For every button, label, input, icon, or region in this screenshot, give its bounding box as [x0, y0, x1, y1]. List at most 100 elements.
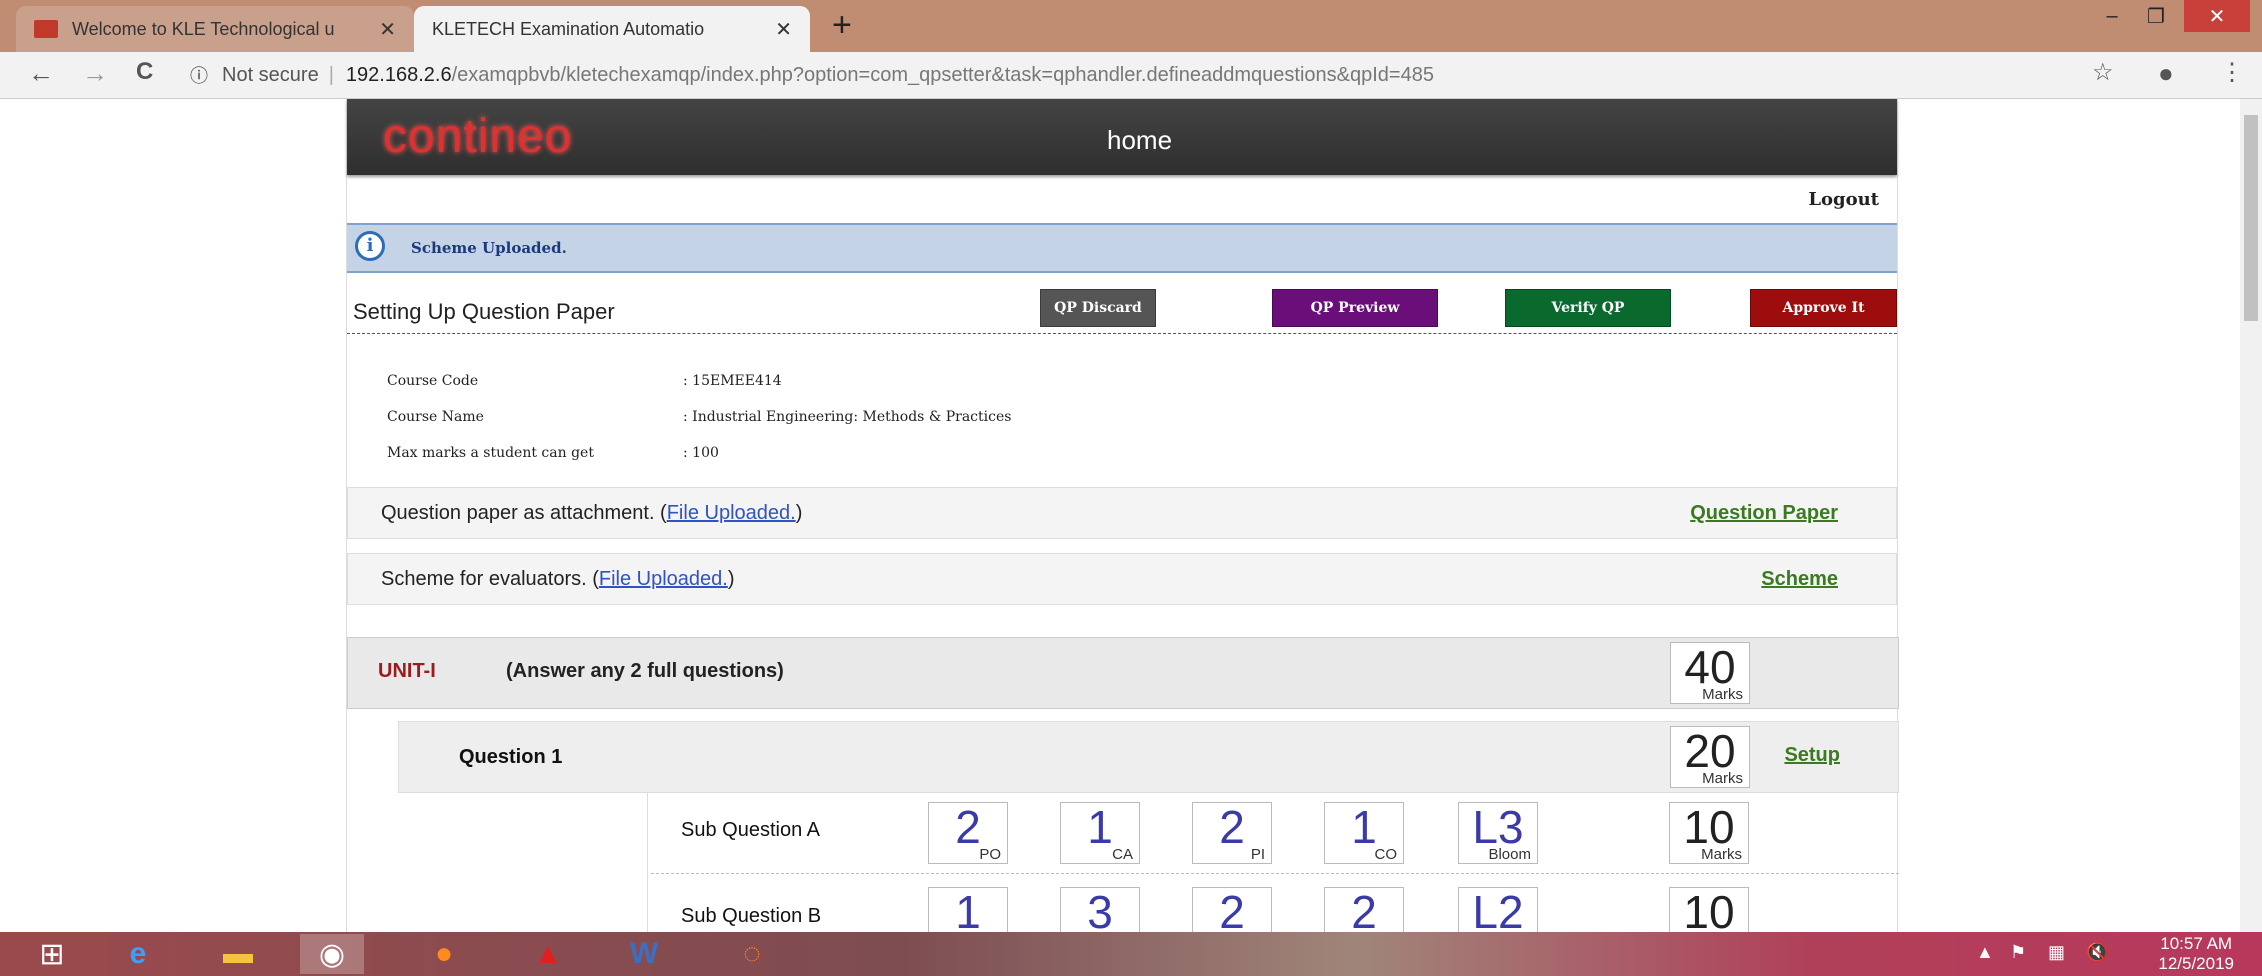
- qp-discard-button[interactable]: QP Discard: [1040, 289, 1156, 327]
- divider: |: [328, 63, 334, 86]
- subquestion-a-pi-box: 2 PI: [1192, 801, 1272, 864]
- question-marks-box: 20 Marks: [1670, 725, 1750, 788]
- qp-preview-button[interactable]: QP Preview: [1272, 289, 1438, 327]
- subquestion-a-co-box: 1 CO: [1324, 801, 1404, 864]
- subquestion-a-marks-box: 10 Marks: [1669, 801, 1749, 864]
- scheme-attachment-text: Scheme for evaluators. (File Uploaded.): [381, 568, 735, 590]
- flag-icon[interactable]: ⚑: [2010, 942, 2026, 963]
- po-value: 1: [955, 886, 981, 932]
- new-tab-button[interactable]: +: [832, 6, 852, 45]
- setup-link[interactable]: Setup: [1784, 744, 1840, 767]
- contineo-logo[interactable]: contineo: [383, 109, 572, 164]
- page-title: Setting Up Question Paper: [353, 299, 615, 324]
- system-clock[interactable]: 10:57 AM 12/5/2019: [2158, 934, 2234, 974]
- subquestion-b-bloom-box: L2Bloom: [1458, 886, 1538, 932]
- profile-icon[interactable]: ●: [2158, 58, 2174, 89]
- qp-attachment-row: Question paper as attachment. (File Uplo…: [347, 487, 1897, 539]
- course-name-label: Course Name: [387, 409, 484, 425]
- url-field[interactable]: ⓘ Not secure | 192.168.2.6/examqpbvb/kle…: [190, 57, 2080, 93]
- po-label: PO: [979, 846, 1001, 863]
- info-icon[interactable]: ⓘ: [190, 62, 208, 88]
- windows-start-icon[interactable]: ⊞: [20, 934, 84, 974]
- notice-banner: i Scheme Uploaded.: [347, 223, 1897, 273]
- close-tab-icon[interactable]: ✕: [775, 17, 792, 42]
- subquestion-a-ca-box: 1 CA: [1060, 801, 1140, 864]
- unit-header: UNIT-I (Answer any 2 full questions) 40 …: [347, 637, 1899, 709]
- marks-label: Marks: [1702, 770, 1743, 787]
- subquestion-b-pi-box: 2PI: [1192, 886, 1272, 932]
- home-link[interactable]: home: [1107, 125, 1172, 156]
- subquestion-a-bloom-box: L3 Bloom: [1458, 801, 1538, 864]
- subquestion-b-ca-box: 3CA: [1060, 886, 1140, 932]
- minimize-button[interactable]: –: [2090, 0, 2134, 32]
- address-bar: ← → C ⓘ Not secure | 192.168.2.6/examqpb…: [0, 52, 2262, 99]
- qp-attachment-text: Question paper as attachment. (File Uplo…: [381, 502, 803, 524]
- divider: [347, 333, 1897, 334]
- subquestion-b-co-box: 2CO: [1324, 886, 1404, 932]
- page-scrollbar[interactable]: [2240, 99, 2262, 932]
- bookmark-star-icon[interactable]: ☆: [2092, 58, 2114, 87]
- question-row: Question 1 20 Marks Setup: [398, 721, 1899, 793]
- acrobat-icon[interactable]: ▲: [516, 934, 580, 974]
- question-paper-link[interactable]: Question Paper: [1690, 502, 1838, 525]
- divider: [651, 873, 1899, 874]
- clock-time: 10:57 AM: [2160, 934, 2233, 953]
- subquestion-b-marks-box: 10Marks: [1669, 886, 1749, 932]
- marks-label: Marks: [1701, 846, 1742, 863]
- unit-marks-box: 40 Marks: [1670, 641, 1750, 704]
- maximize-button[interactable]: ❐: [2134, 0, 2178, 32]
- bloom-value: L2: [1472, 886, 1524, 932]
- tab-kletech[interactable]: KLETECH Examination Automatio ✕: [414, 6, 810, 52]
- co-value: 2: [1351, 886, 1377, 932]
- max-marks-label: Max marks a student can get: [387, 445, 594, 461]
- unit-instruction: (Answer any 2 full questions): [506, 660, 784, 682]
- marks-label: Marks: [1702, 686, 1743, 703]
- tray-expand-icon[interactable]: ▲: [1976, 942, 1994, 963]
- notice-message: Scheme Uploaded.: [411, 239, 567, 257]
- ca-value: 3: [1087, 886, 1113, 932]
- tab-title: KLETECH Examination Automatio: [432, 18, 705, 39]
- browser-tab-bar: Welcome to KLE Technological u ✕ KLETECH…: [0, 0, 2262, 52]
- unit-name: UNIT-I: [378, 660, 436, 682]
- menu-icon[interactable]: ⋮: [2220, 58, 2244, 87]
- subquestion-b-po-box: 1PO: [928, 886, 1008, 932]
- course-code-label: Course Code: [387, 373, 479, 389]
- forward-button[interactable]: →: [82, 58, 108, 89]
- page-viewport: contineo home Logout i Scheme Uploaded. …: [0, 99, 2240, 932]
- close-window-button[interactable]: ✕: [2184, 0, 2250, 32]
- logout-link[interactable]: Logout: [1808, 189, 1879, 210]
- network-icon[interactable]: ▦: [2048, 942, 2065, 963]
- scheme-file-link[interactable]: File Uploaded.: [599, 568, 728, 590]
- internet-explorer-icon[interactable]: e: [106, 934, 170, 974]
- course-code-value: : 15EMEE414: [683, 373, 782, 389]
- verify-qp-button[interactable]: Verify QP: [1505, 289, 1671, 327]
- app-icon[interactable]: ◌: [720, 934, 784, 974]
- pi-value: 2: [1219, 886, 1245, 932]
- security-label: Not secure: [222, 63, 319, 86]
- file-explorer-icon[interactable]: ▬: [206, 934, 270, 974]
- question-label: Question 1: [459, 746, 563, 768]
- scheme-attachment-row: Scheme for evaluators. (File Uploaded.) …: [347, 553, 1897, 605]
- ca-label: CA: [1112, 846, 1133, 863]
- qp-file-link[interactable]: File Uploaded.: [667, 502, 796, 524]
- site-header: contineo home: [347, 99, 1897, 175]
- info-icon: i: [355, 231, 385, 261]
- volume-icon[interactable]: 🔇: [2086, 942, 2108, 963]
- approve-it-button[interactable]: Approve It: [1750, 289, 1897, 327]
- subquestion-a-po-box: 2 PO: [928, 801, 1008, 864]
- word-icon[interactable]: W: [612, 934, 676, 974]
- close-tab-icon[interactable]: ✕: [379, 17, 396, 42]
- back-button[interactable]: ←: [28, 58, 54, 89]
- clock-date: 12/5/2019: [2158, 954, 2234, 973]
- windows-taskbar: ⊞ e ▬ ◉ ● ▲ W ◌ ▲ ⚑ ▦ 🔇 10:57 AM 12/5/20…: [0, 932, 2262, 976]
- bloom-label: Bloom: [1488, 846, 1531, 863]
- chrome-icon[interactable]: ◉: [300, 934, 364, 974]
- firefox-icon[interactable]: ●: [412, 934, 476, 974]
- site-favicon-icon: [34, 20, 58, 38]
- scheme-link[interactable]: Scheme: [1761, 568, 1838, 591]
- subquestion-a-label: Sub Question A: [681, 819, 820, 841]
- tab-welcome[interactable]: Welcome to KLE Technological u ✕: [16, 6, 414, 52]
- reload-button[interactable]: C: [136, 58, 153, 86]
- pi-label: PI: [1250, 846, 1265, 863]
- scrollbar-thumb[interactable]: [2244, 115, 2258, 321]
